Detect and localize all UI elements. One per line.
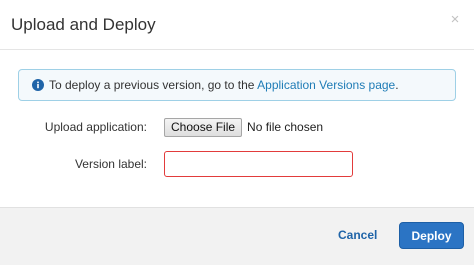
deploy-button[interactable]: Deploy	[399, 222, 464, 249]
dialog-footer: Cancel Deploy	[0, 207, 474, 265]
close-icon[interactable]: ×	[448, 12, 462, 27]
info-text-after: .	[395, 78, 399, 92]
file-status-text: No file chosen	[247, 120, 324, 134]
choose-file-button[interactable]: Choose File	[164, 117, 243, 137]
info-circle-icon	[32, 79, 44, 91]
info-text-before: To deploy a previous version, go to the	[49, 78, 258, 92]
version-row: Version label:	[0, 151, 474, 177]
cancel-button[interactable]: Cancel	[338, 228, 377, 242]
info-message: To deploy a previous version, go to the …	[49, 78, 399, 92]
upload-deploy-dialog: Upload and Deploy × To deploy a previous…	[0, 0, 474, 265]
dialog-header: Upload and Deploy ×	[0, 0, 474, 50]
version-label: Version label:	[74, 157, 147, 171]
file-picker: Choose File No file chosen	[164, 117, 323, 137]
upload-row: Upload application: Choose File No file …	[0, 117, 474, 143]
version-label-input[interactable]	[164, 151, 353, 177]
dialog-title: Upload and Deploy	[11, 15, 156, 34]
upload-application-label: Upload application:	[44, 120, 147, 134]
info-alert: To deploy a previous version, go to the …	[18, 69, 456, 101]
application-versions-link[interactable]: Application Versions page	[257, 78, 395, 92]
